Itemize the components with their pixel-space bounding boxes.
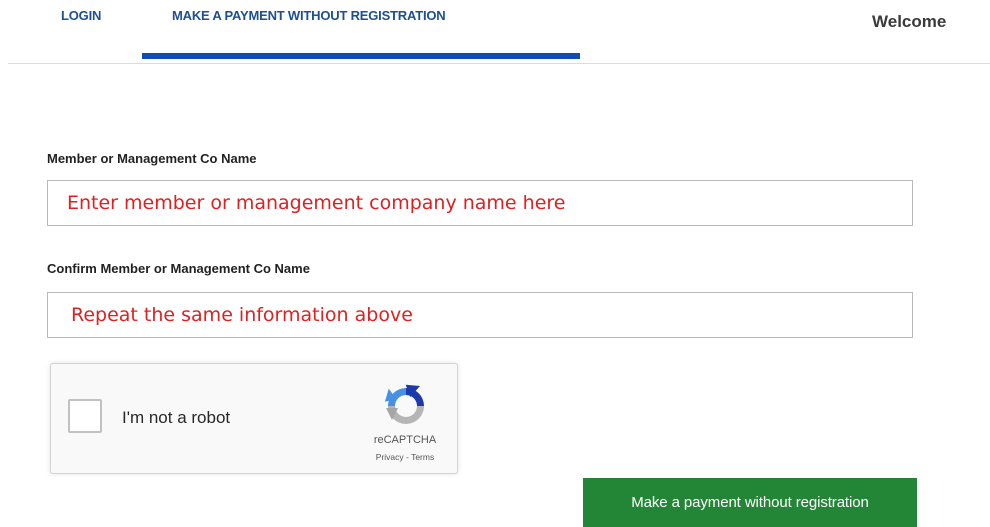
- confirm-member-name-label: Confirm Member or Management Co Name: [47, 261, 310, 276]
- recaptcha-logo-icon: [384, 384, 424, 424]
- confirm-member-name-input[interactable]: [47, 292, 913, 338]
- active-tab-indicator: [142, 53, 580, 59]
- recaptcha-brand-text: reCAPTCHA: [373, 434, 437, 446]
- make-payment-button[interactable]: Make a payment without registration: [583, 478, 917, 527]
- recaptcha-terms-link[interactable]: Terms: [411, 452, 434, 462]
- welcome-text: Welcome: [872, 12, 947, 31]
- recaptcha-checkbox[interactable]: [68, 399, 102, 433]
- recaptcha-privacy-link[interactable]: Privacy: [376, 452, 404, 462]
- recaptcha-links-separator: -: [403, 452, 412, 462]
- member-name-input[interactable]: [47, 180, 913, 226]
- member-name-label: Member or Management Co Name: [47, 151, 257, 166]
- tab-login[interactable]: LOGIN: [61, 8, 101, 23]
- tab-bar: LOGIN MAKE A PAYMENT WITHOUT REGISTRATIO…: [0, 0, 990, 64]
- recaptcha-checkbox-label: I'm not a robot: [122, 408, 231, 427]
- header-divider: [8, 63, 990, 64]
- recaptcha-widget: I'm not a robot reCAPTCHA Privacy - Term…: [50, 363, 458, 474]
- recaptcha-links: Privacy - Terms: [351, 452, 459, 462]
- tab-make-payment-without-registration[interactable]: MAKE A PAYMENT WITHOUT REGISTRATION: [172, 8, 446, 23]
